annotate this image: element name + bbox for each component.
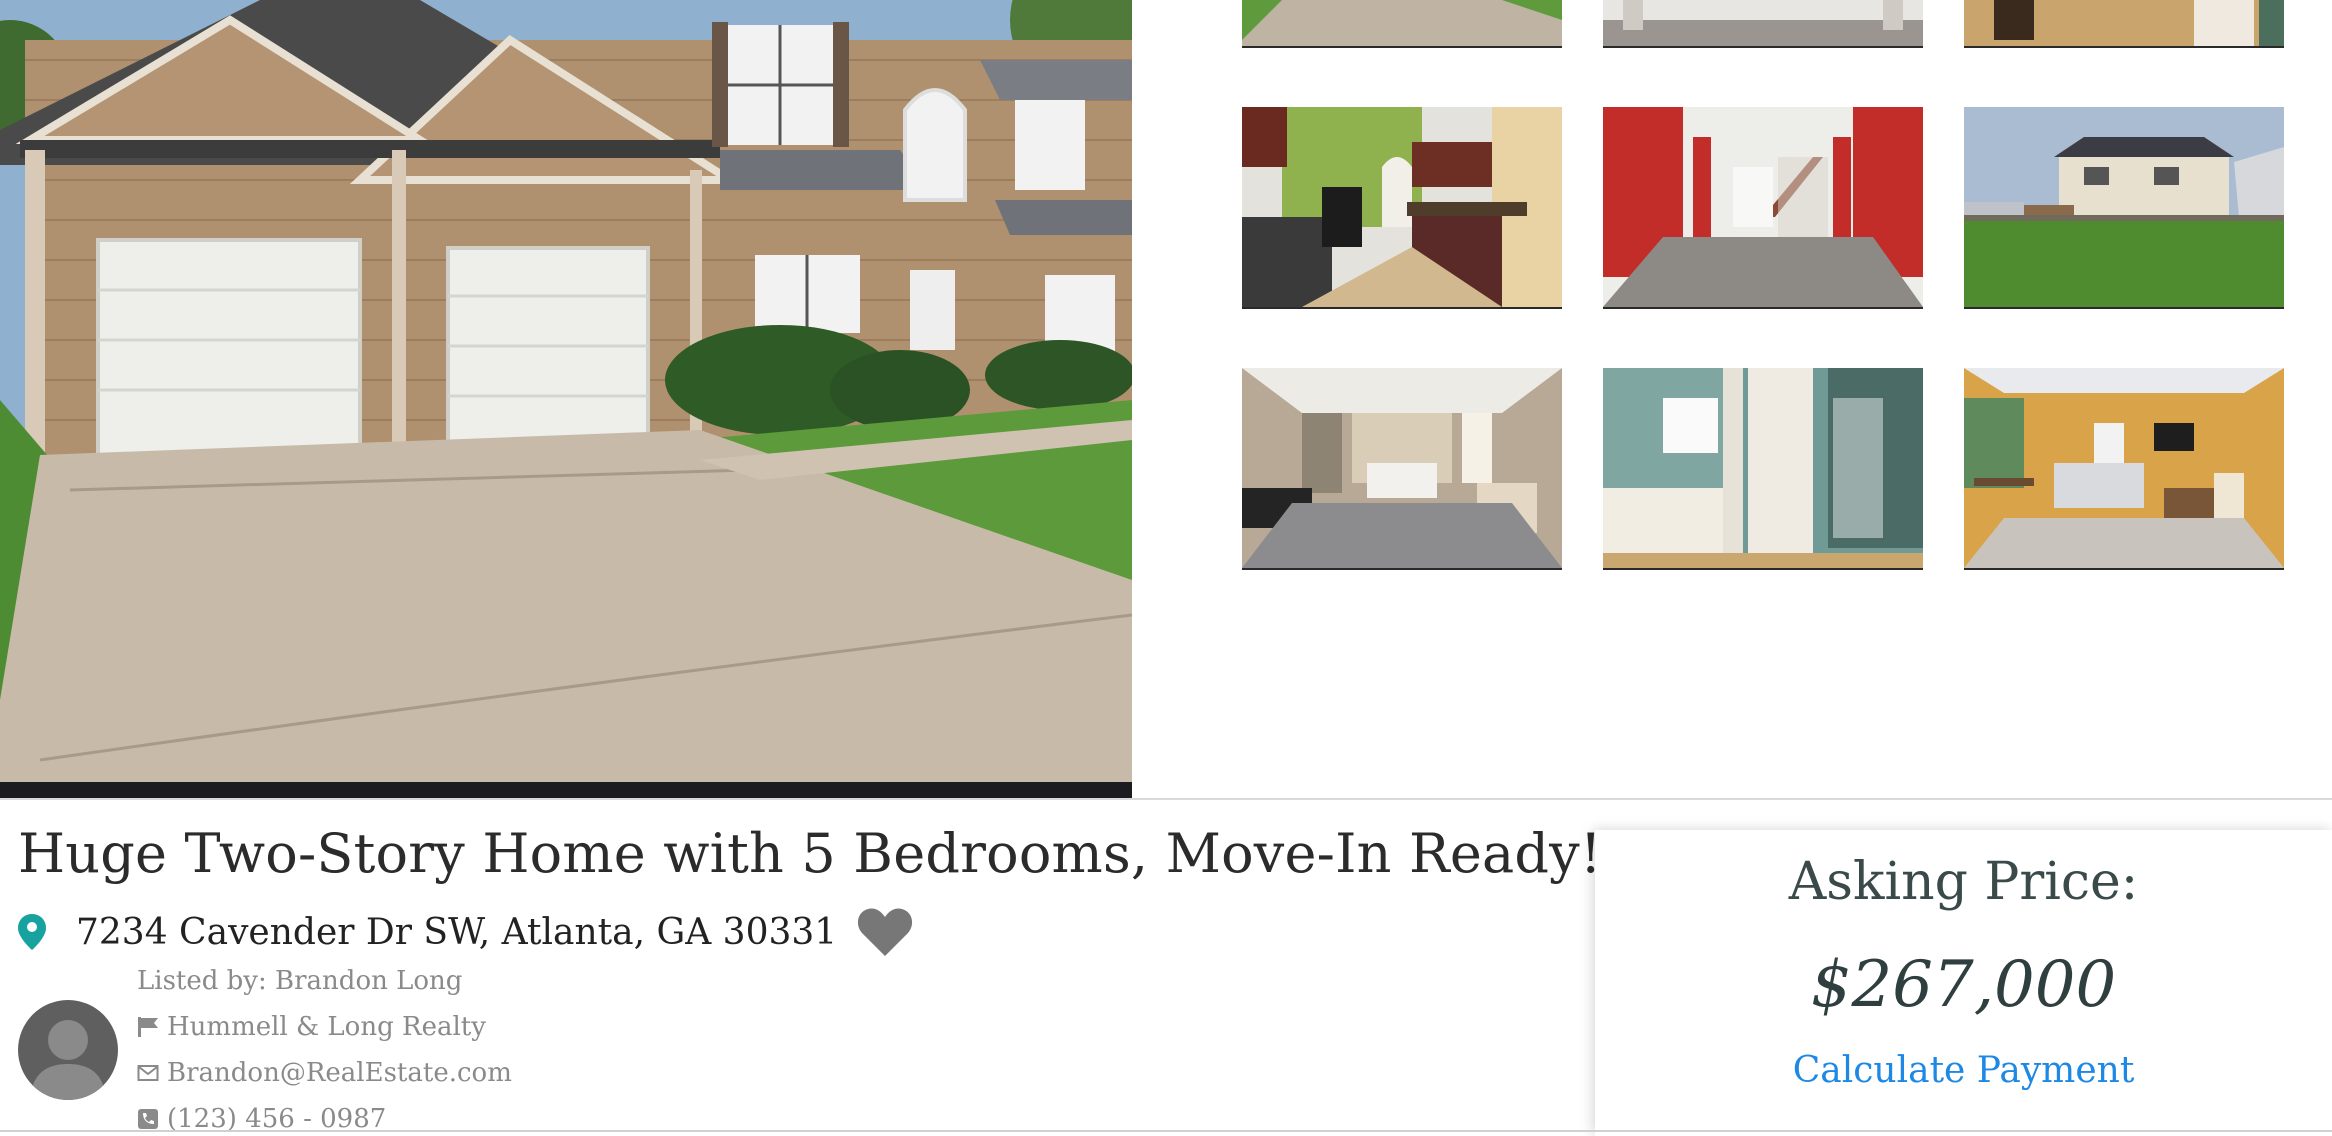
address-row: 7234 Cavender Dr SW, Atlanta, GA 30331 xyxy=(18,902,913,962)
agent-company: Hummell & Long Realty xyxy=(137,1012,486,1042)
thumbnail-living-room[interactable] xyxy=(1603,0,1923,48)
map-pin-icon xyxy=(18,914,46,950)
asking-price-value: $267,000 xyxy=(1810,948,2117,1022)
agent-email[interactable]: Brandon@RealEstate.com xyxy=(167,1058,512,1088)
thumbnail-driveway[interactable] xyxy=(1242,0,1562,48)
thumbnail-kitchen[interactable] xyxy=(1242,107,1562,309)
thumbnail-hallway[interactable] xyxy=(1964,0,2284,48)
envelope-icon xyxy=(137,1065,159,1081)
price-card: Asking Price: $267,000 Calculate Payment xyxy=(1595,830,2332,1136)
agent-company-name: Hummell & Long Realty xyxy=(167,1012,486,1042)
asking-price-label: Asking Price: xyxy=(1788,852,2139,912)
listing-address: 7234 Cavender Dr SW, Atlanta, GA 30331 xyxy=(76,911,838,953)
calculate-payment-link[interactable]: Calculate Payment xyxy=(1595,1050,2332,1091)
flag-icon xyxy=(138,1017,158,1037)
user-silhouette-icon xyxy=(30,1020,106,1100)
agent-listed-by: Listed by: Brandon Long xyxy=(137,966,462,996)
house-exterior-image xyxy=(0,0,1132,798)
agent-email-row[interactable]: Brandon@RealEstate.com xyxy=(137,1058,512,1088)
thumbnail-bedroom[interactable] xyxy=(1242,368,1562,570)
agent-avatar[interactable] xyxy=(18,1000,118,1100)
main-listing-photo[interactable] xyxy=(0,0,1132,798)
thumbnail-red-living-room[interactable] xyxy=(1603,107,1923,309)
phone-icon xyxy=(138,1109,158,1129)
thumbnail-backyard[interactable] xyxy=(1964,107,2284,309)
photo-carousel-bar xyxy=(0,782,1132,798)
bottom-border xyxy=(0,1130,2332,1132)
heart-icon[interactable] xyxy=(857,907,913,957)
thumbnail-living-dining[interactable] xyxy=(1964,368,2284,570)
thumbnail-bathroom[interactable] xyxy=(1603,368,1923,570)
listing-title: Huge Two-Story Home with 5 Bedrooms, Mov… xyxy=(18,822,1602,885)
section-divider xyxy=(0,798,2332,800)
listed-by-label: Listed by: Brandon Long xyxy=(137,966,463,996)
